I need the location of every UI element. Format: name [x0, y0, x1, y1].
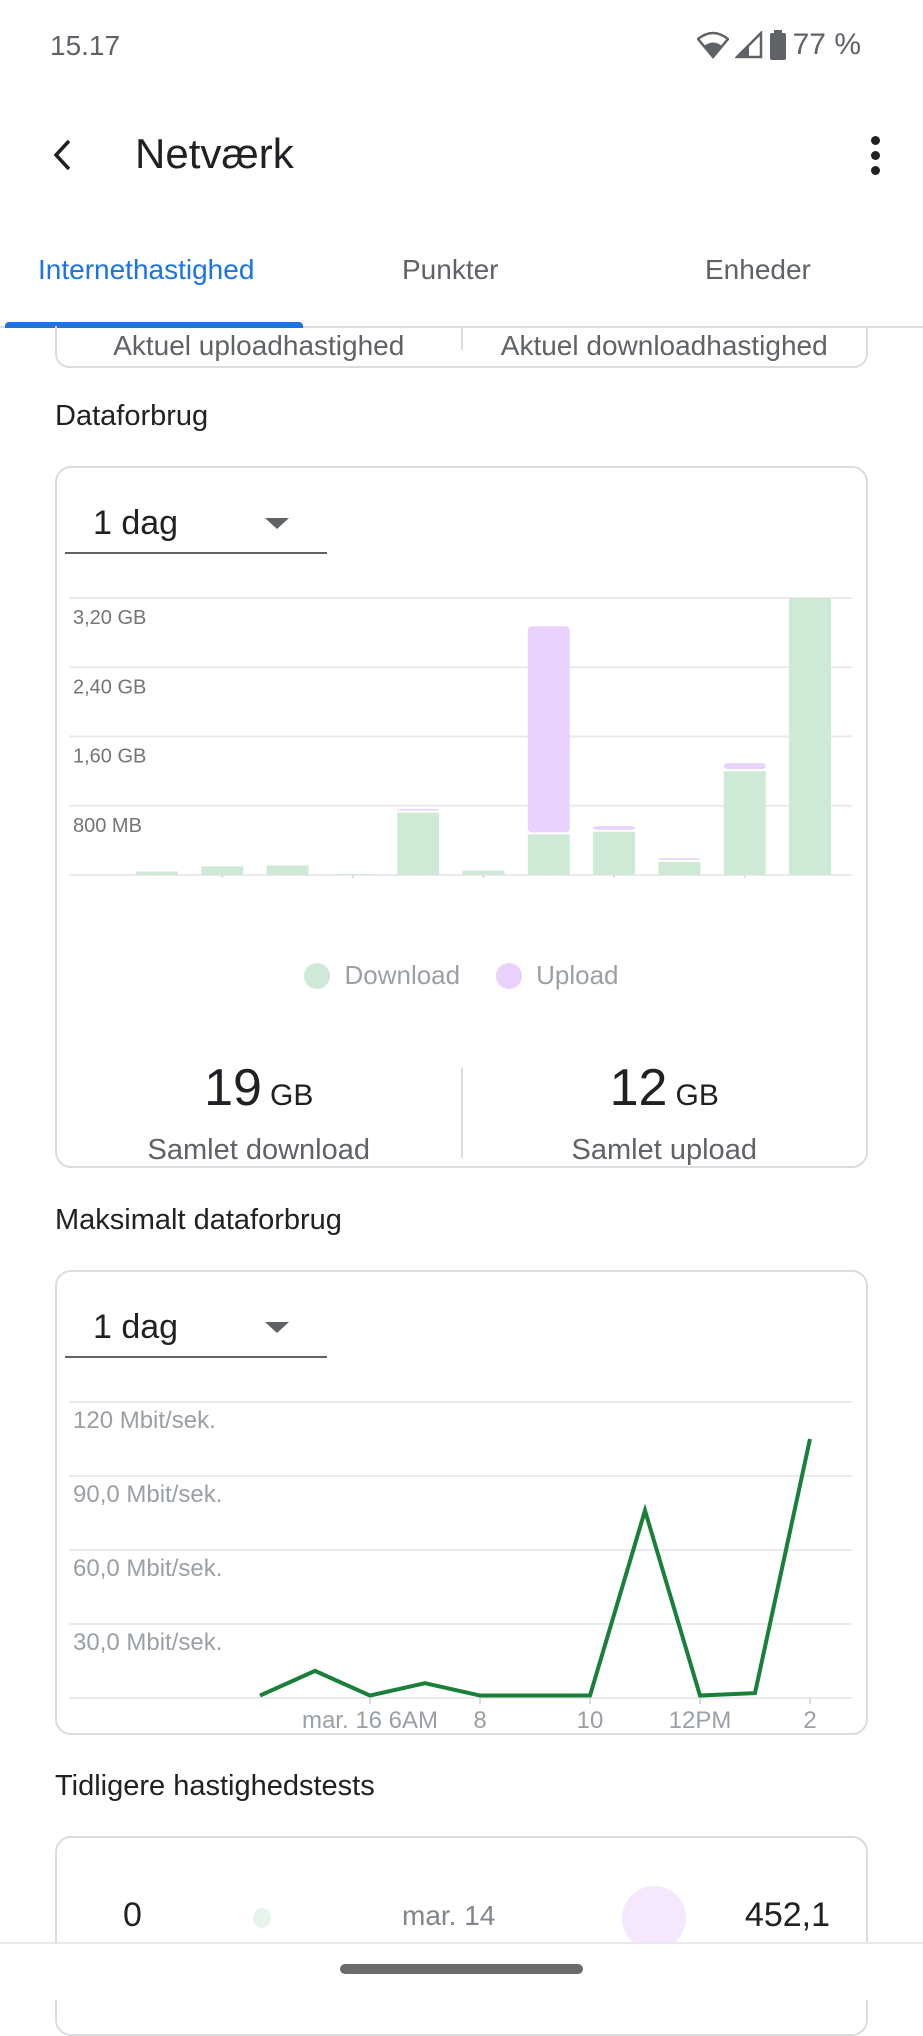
bar-download	[267, 865, 309, 875]
tab-punkter[interactable]: Punkter	[402, 254, 499, 286]
legend-upload[interactable]: Upload	[496, 960, 618, 991]
back-button[interactable]	[40, 130, 84, 180]
bar-upload	[724, 763, 766, 769]
bar-download	[528, 834, 570, 875]
download-dot-icon	[304, 963, 330, 989]
test-right-value: 452,1	[745, 1896, 830, 1935]
data-usage-title: Dataforbrug	[55, 400, 208, 433]
total-upload-value: 12	[610, 1059, 668, 1117]
max-usage-line-chart: 30,0 Mbit/sek. 60,0 Mbit/sek. 90,0 Mbit/se…	[57, 1382, 870, 1732]
y-tick-label: 90,0 Mbit/sek.	[73, 1481, 222, 1508]
x-tick-label: 10	[577, 1707, 604, 1732]
x-tick-label: 2	[803, 1707, 816, 1732]
download-dot-icon	[253, 1908, 271, 1928]
upload-dot-icon	[496, 963, 522, 989]
test-left-value: 0	[123, 1896, 142, 1935]
bar-download	[201, 866, 243, 875]
total-upload-unit: GB	[675, 1079, 718, 1112]
bar-download	[789, 598, 831, 875]
x-tick-label: mar. 16 6AM	[302, 1707, 438, 1732]
bar-upload	[593, 826, 635, 829]
x-tick-label: 8	[473, 1707, 486, 1732]
bar-upload	[397, 809, 439, 811]
chevron-left-icon	[51, 138, 73, 172]
upload-dot-icon	[622, 1886, 686, 1950]
current-download-label: Aktuel downloadhastighed	[463, 330, 867, 362]
tab-internethastighed[interactable]: Internethastighed	[38, 254, 254, 286]
data-usage-bar-chart: 800 MB1,60 GB2,40 GB3,20 GB16. mar. 0204…	[57, 578, 870, 878]
dropdown-value: 1 dag	[93, 1308, 178, 1347]
y-tick-label: 2,40 GB	[73, 676, 146, 698]
more-vert-icon-dot	[871, 151, 880, 160]
max-usage-title: Maksimalt dataforbrug	[55, 1204, 342, 1237]
battery-icon	[769, 30, 787, 60]
test-date: mar. 14	[402, 1900, 495, 1932]
x-tick-label: 12PM	[669, 1707, 732, 1732]
max-usage-card: 1 dag 30,0 Mbit/sek. 60,0 Mbit/sek. 90,0 M…	[55, 1270, 868, 1735]
legend-download[interactable]: Download	[304, 960, 460, 991]
bar-download	[332, 874, 374, 875]
bar-upload	[528, 626, 570, 832]
total-download-value: 19	[204, 1059, 262, 1117]
dropdown-arrow-icon	[265, 518, 289, 529]
current-upload-label: Aktuel uploadhastighed	[57, 330, 461, 362]
previous-tests-card: 0 mar. 14 452,1	[55, 1836, 868, 2036]
y-tick-label: 120 Mbit/sek.	[73, 1407, 216, 1434]
chart-legend: Download Upload	[57, 960, 866, 991]
legend-upload-label: Upload	[536, 960, 618, 991]
max-usage-range-dropdown[interactable]: 1 dag	[65, 1298, 327, 1358]
total-download-unit: GB	[270, 1079, 313, 1112]
data-usage-card: 1 dag 800 MB1,60 GB2,40 GB3,20 GB16. mar…	[55, 466, 868, 1168]
bar-download	[397, 813, 439, 875]
dropdown-value: 1 dag	[93, 504, 178, 543]
bar-download	[463, 871, 505, 875]
bar-upload	[658, 858, 700, 860]
bar-download	[724, 771, 766, 875]
more-vert-icon-dot	[871, 166, 880, 175]
legend-download-label: Download	[344, 960, 460, 991]
system-nav-bar	[0, 1942, 923, 2000]
totals: 19GB Samlet download 12GB Samlet upload	[57, 1058, 866, 1167]
total-download: 19GB Samlet download	[57, 1058, 461, 1167]
battery-percent: 77 %	[793, 28, 861, 62]
bar-download	[136, 872, 178, 875]
page-title: Netværk	[135, 130, 294, 178]
previous-tests-title: Tidligere hastighedstests	[55, 1770, 375, 1803]
y-tick-label: 3,20 GB	[73, 607, 146, 629]
status-bar: 15.17 77 %	[0, 0, 923, 90]
y-tick-label: 60,0 Mbit/sek.	[73, 1555, 222, 1582]
home-gesture-handle[interactable]	[340, 1964, 583, 1974]
total-download-label: Samlet download	[57, 1134, 461, 1167]
data-usage-range-dropdown[interactable]: 1 dag	[65, 494, 327, 554]
total-upload-label: Samlet upload	[463, 1134, 867, 1167]
current-speed-card: Aktuel uploadhastighed Aktuel downloadha…	[55, 326, 868, 368]
wifi-icon	[697, 31, 729, 59]
more-options-button[interactable]	[855, 130, 895, 180]
tab-enheder[interactable]: Enheder	[705, 254, 811, 286]
bar-download	[593, 832, 635, 875]
app-bar: Netværk	[0, 110, 923, 200]
bar-download	[658, 862, 700, 875]
status-icons: 77 %	[697, 28, 861, 62]
tab-bar: Internethastighed Punkter Enheder	[0, 240, 923, 328]
y-tick-label: 1,60 GB	[73, 746, 146, 768]
max-speed-line	[260, 1439, 810, 1696]
total-upload: 12GB Samlet upload	[463, 1058, 867, 1167]
status-time: 15.17	[50, 30, 120, 62]
cell-signal-icon	[735, 31, 763, 59]
y-tick-label: 800 MB	[73, 815, 142, 837]
dropdown-arrow-icon	[265, 1322, 289, 1333]
y-tick-label: 30,0 Mbit/sek.	[73, 1629, 222, 1656]
more-vert-icon	[871, 136, 880, 145]
